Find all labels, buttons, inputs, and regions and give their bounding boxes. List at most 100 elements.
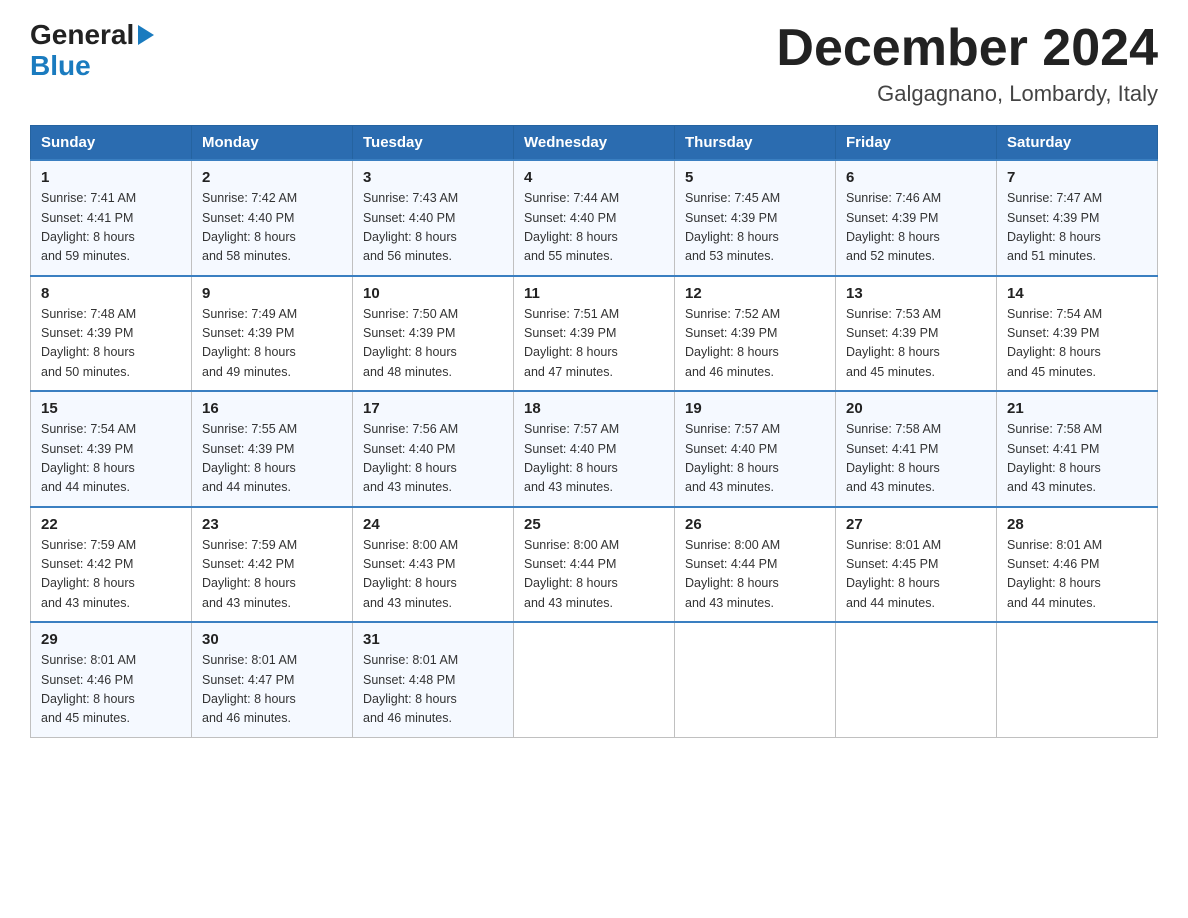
calendar-cell: 15 Sunrise: 7:54 AMSunset: 4:39 PMDaylig… [31,391,192,507]
column-header-wednesday: Wednesday [514,126,675,161]
day-info: Sunrise: 8:01 AMSunset: 4:45 PMDaylight:… [846,538,941,610]
calendar-header-row: SundayMondayTuesdayWednesdayThursdayFrid… [31,126,1158,161]
day-number: 31 [363,631,503,648]
day-number: 27 [846,516,986,533]
calendar-cell [675,622,836,737]
calendar-cell: 3 Sunrise: 7:43 AMSunset: 4:40 PMDayligh… [353,160,514,276]
day-number: 13 [846,285,986,302]
day-number: 1 [41,169,181,186]
day-number: 4 [524,169,664,186]
day-info: Sunrise: 8:00 AMSunset: 4:44 PMDaylight:… [524,538,619,610]
day-number: 25 [524,516,664,533]
calendar-cell: 7 Sunrise: 7:47 AMSunset: 4:39 PMDayligh… [997,160,1158,276]
calendar-cell: 12 Sunrise: 7:52 AMSunset: 4:39 PMDaylig… [675,276,836,392]
day-info: Sunrise: 7:49 AMSunset: 4:39 PMDaylight:… [202,307,297,379]
day-info: Sunrise: 8:01 AMSunset: 4:46 PMDaylight:… [1007,538,1102,610]
calendar-cell: 23 Sunrise: 7:59 AMSunset: 4:42 PMDaylig… [192,507,353,623]
day-info: Sunrise: 8:01 AMSunset: 4:47 PMDaylight:… [202,653,297,725]
day-info: Sunrise: 8:01 AMSunset: 4:46 PMDaylight:… [41,653,136,725]
column-header-sunday: Sunday [31,126,192,161]
day-number: 22 [41,516,181,533]
column-header-monday: Monday [192,126,353,161]
calendar-cell: 5 Sunrise: 7:45 AMSunset: 4:39 PMDayligh… [675,160,836,276]
day-number: 30 [202,631,342,648]
day-info: Sunrise: 7:57 AMSunset: 4:40 PMDaylight:… [685,422,780,494]
calendar-cell: 29 Sunrise: 8:01 AMSunset: 4:46 PMDaylig… [31,622,192,737]
calendar-cell: 11 Sunrise: 7:51 AMSunset: 4:39 PMDaylig… [514,276,675,392]
page-subtitle: Galgagnano, Lombardy, Italy [776,81,1158,107]
calendar-cell [836,622,997,737]
calendar-cell: 27 Sunrise: 8:01 AMSunset: 4:45 PMDaylig… [836,507,997,623]
day-info: Sunrise: 7:41 AMSunset: 4:41 PMDaylight:… [41,191,136,263]
calendar-cell: 1 Sunrise: 7:41 AMSunset: 4:41 PMDayligh… [31,160,192,276]
calendar-cell: 26 Sunrise: 8:00 AMSunset: 4:44 PMDaylig… [675,507,836,623]
day-info: Sunrise: 7:57 AMSunset: 4:40 PMDaylight:… [524,422,619,494]
calendar-week-4: 22 Sunrise: 7:59 AMSunset: 4:42 PMDaylig… [31,507,1158,623]
day-number: 14 [1007,285,1147,302]
calendar-table: SundayMondayTuesdayWednesdayThursdayFrid… [30,125,1158,738]
day-number: 5 [685,169,825,186]
day-info: Sunrise: 7:47 AMSunset: 4:39 PMDaylight:… [1007,191,1102,263]
calendar-week-3: 15 Sunrise: 7:54 AMSunset: 4:39 PMDaylig… [31,391,1158,507]
title-block: December 2024 Galgagnano, Lombardy, Ital… [776,20,1158,107]
day-info: Sunrise: 7:43 AMSunset: 4:40 PMDaylight:… [363,191,458,263]
day-info: Sunrise: 8:00 AMSunset: 4:43 PMDaylight:… [363,538,458,610]
calendar-cell: 13 Sunrise: 7:53 AMSunset: 4:39 PMDaylig… [836,276,997,392]
day-number: 29 [41,631,181,648]
calendar-cell: 22 Sunrise: 7:59 AMSunset: 4:42 PMDaylig… [31,507,192,623]
day-number: 24 [363,516,503,533]
calendar-cell [514,622,675,737]
day-info: Sunrise: 7:45 AMSunset: 4:39 PMDaylight:… [685,191,780,263]
day-info: Sunrise: 7:52 AMSunset: 4:39 PMDaylight:… [685,307,780,379]
day-number: 2 [202,169,342,186]
calendar-cell: 2 Sunrise: 7:42 AMSunset: 4:40 PMDayligh… [192,160,353,276]
calendar-cell: 16 Sunrise: 7:55 AMSunset: 4:39 PMDaylig… [192,391,353,507]
day-number: 8 [41,285,181,302]
day-info: Sunrise: 7:51 AMSunset: 4:39 PMDaylight:… [524,307,619,379]
day-info: Sunrise: 7:56 AMSunset: 4:40 PMDaylight:… [363,422,458,494]
calendar-cell: 17 Sunrise: 7:56 AMSunset: 4:40 PMDaylig… [353,391,514,507]
calendar-cell: 31 Sunrise: 8:01 AMSunset: 4:48 PMDaylig… [353,622,514,737]
logo-arrow-icon [138,25,154,45]
column-header-tuesday: Tuesday [353,126,514,161]
day-number: 20 [846,400,986,417]
day-info: Sunrise: 7:54 AMSunset: 4:39 PMDaylight:… [1007,307,1102,379]
calendar-week-1: 1 Sunrise: 7:41 AMSunset: 4:41 PMDayligh… [31,160,1158,276]
calendar-cell: 24 Sunrise: 8:00 AMSunset: 4:43 PMDaylig… [353,507,514,623]
day-number: 6 [846,169,986,186]
column-header-friday: Friday [836,126,997,161]
day-info: Sunrise: 7:54 AMSunset: 4:39 PMDaylight:… [41,422,136,494]
day-number: 3 [363,169,503,186]
calendar-cell: 25 Sunrise: 8:00 AMSunset: 4:44 PMDaylig… [514,507,675,623]
day-number: 10 [363,285,503,302]
page-header: General Blue December 2024 Galgagnano, L… [30,20,1158,107]
calendar-week-5: 29 Sunrise: 8:01 AMSunset: 4:46 PMDaylig… [31,622,1158,737]
day-info: Sunrise: 7:42 AMSunset: 4:40 PMDaylight:… [202,191,297,263]
day-number: 12 [685,285,825,302]
day-number: 19 [685,400,825,417]
day-number: 23 [202,516,342,533]
page-title: December 2024 [776,20,1158,77]
day-number: 9 [202,285,342,302]
day-number: 7 [1007,169,1147,186]
day-info: Sunrise: 7:55 AMSunset: 4:39 PMDaylight:… [202,422,297,494]
day-number: 21 [1007,400,1147,417]
day-info: Sunrise: 7:58 AMSunset: 4:41 PMDaylight:… [846,422,941,494]
column-header-saturday: Saturday [997,126,1158,161]
calendar-cell: 20 Sunrise: 7:58 AMSunset: 4:41 PMDaylig… [836,391,997,507]
logo-blue: Blue [30,51,91,82]
day-info: Sunrise: 7:50 AMSunset: 4:39 PMDaylight:… [363,307,458,379]
day-number: 11 [524,285,664,302]
calendar-cell: 8 Sunrise: 7:48 AMSunset: 4:39 PMDayligh… [31,276,192,392]
day-info: Sunrise: 8:01 AMSunset: 4:48 PMDaylight:… [363,653,458,725]
day-info: Sunrise: 7:46 AMSunset: 4:39 PMDaylight:… [846,191,941,263]
calendar-cell [997,622,1158,737]
logo: General Blue [30,20,154,82]
calendar-cell: 9 Sunrise: 7:49 AMSunset: 4:39 PMDayligh… [192,276,353,392]
calendar-cell: 18 Sunrise: 7:57 AMSunset: 4:40 PMDaylig… [514,391,675,507]
day-number: 28 [1007,516,1147,533]
day-info: Sunrise: 7:58 AMSunset: 4:41 PMDaylight:… [1007,422,1102,494]
day-number: 18 [524,400,664,417]
calendar-cell: 10 Sunrise: 7:50 AMSunset: 4:39 PMDaylig… [353,276,514,392]
calendar-cell: 21 Sunrise: 7:58 AMSunset: 4:41 PMDaylig… [997,391,1158,507]
